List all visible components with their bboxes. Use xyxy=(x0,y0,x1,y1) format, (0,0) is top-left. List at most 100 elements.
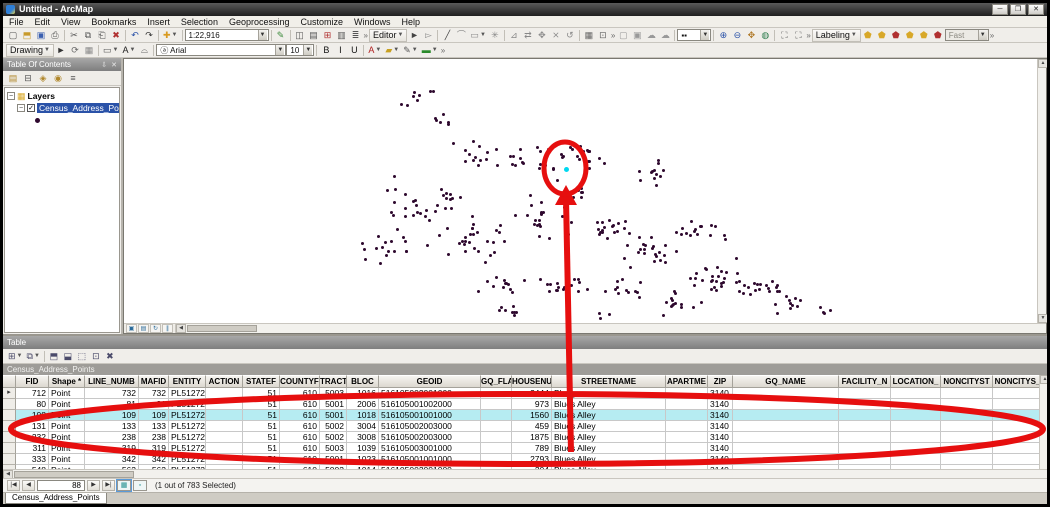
toolbar-overflow-icon[interactable]: » xyxy=(364,31,368,40)
redo-button[interactable]: ↷ xyxy=(142,29,156,42)
column-header-housenum[interactable]: HOUSENUM xyxy=(512,375,552,388)
editor-menu-button[interactable]: Editor▼ xyxy=(369,29,407,42)
clear-selection-button[interactable]: ⬚ xyxy=(75,350,89,363)
edit-annotation-tool-button[interactable]: ▻ xyxy=(421,29,435,42)
fixed-zoom-in-button[interactable]: ⛶ xyxy=(777,29,791,42)
column-header-action[interactable]: ACTION xyxy=(206,375,243,388)
collapse-icon[interactable]: − xyxy=(7,92,15,100)
label-lock-button[interactable]: ⬟ xyxy=(917,29,931,42)
row-selector[interactable]: ▸ xyxy=(3,388,16,399)
split-tool-button[interactable]: ⊿ xyxy=(507,29,521,42)
scroll-left-icon[interactable]: ◀ xyxy=(176,324,186,333)
chevron-down-icon[interactable]: ▼ xyxy=(700,30,709,40)
column-header-shape-[interactable]: Shape * xyxy=(49,375,85,388)
table-row[interactable]: 232Point238238PL512720516105002300851610… xyxy=(3,432,1047,443)
current-record-input[interactable]: 88 xyxy=(37,480,85,491)
table-options-button[interactable]: ⊞▼ xyxy=(6,350,25,363)
show-all-records-button[interactable]: ▦ xyxy=(117,480,131,491)
create-line-button[interactable]: ╱ xyxy=(440,29,454,42)
search-window-button[interactable]: ▥ xyxy=(335,29,349,42)
snapping-combo[interactable]: ▪▪▼ xyxy=(677,29,711,41)
chevron-down-icon[interactable]: ▼ xyxy=(978,30,987,40)
layer-tree-item[interactable]: − ✓ Census_Address_Points xyxy=(5,102,119,114)
map-scale-combo[interactable]: 1:22,916▼ xyxy=(185,29,269,41)
open-document-button[interactable]: ⬒ xyxy=(20,29,34,42)
show-selected-records-button[interactable]: ▫ xyxy=(133,480,147,491)
list-by-visibility-button[interactable]: ◈ xyxy=(36,72,50,85)
scroll-up-icon[interactable]: ▲ xyxy=(1038,59,1047,68)
row-selector[interactable] xyxy=(3,410,16,421)
full-extent-button[interactable]: ◍ xyxy=(758,29,772,42)
row-selector[interactable] xyxy=(3,432,16,443)
column-header-geoid[interactable]: GEOID xyxy=(379,375,481,388)
trim-tool-button[interactable]: ⨯ xyxy=(549,29,563,42)
sketch-properties-button[interactable]: ⊡ xyxy=(596,29,610,42)
flip-tool-button[interactable]: ⇄ xyxy=(521,29,535,42)
copy-button[interactable]: ⧉ xyxy=(81,29,95,42)
marker-pen-button[interactable]: ✎▼ xyxy=(401,44,420,57)
row-selector[interactable] xyxy=(3,465,16,469)
table-row[interactable]: 333Point342342PL512720516105001102351610… xyxy=(3,454,1047,465)
delete-selected-button[interactable]: ✖ xyxy=(103,350,117,363)
italic-button[interactable]: I xyxy=(333,44,347,57)
catalog-window-button[interactable]: ▤ xyxy=(307,29,321,42)
row-selector[interactable] xyxy=(3,443,16,454)
table-vertical-scrollbar[interactable]: ▲ xyxy=(1039,375,1047,469)
underline-button[interactable]: U xyxy=(347,44,361,57)
select-by-attributes-button[interactable]: ⬒ xyxy=(47,350,61,363)
table-tab[interactable]: Census_Address_Points xyxy=(5,493,107,504)
menu-customize[interactable]: Customize xyxy=(301,16,344,28)
edit-tool-button[interactable]: ► xyxy=(407,29,421,42)
table-row[interactable]: 311Point319319PL512720516105003103951610… xyxy=(3,443,1047,454)
column-header-gq-fla[interactable]: GQ_FLA xyxy=(481,375,512,388)
scroll-up-icon[interactable]: ▲ xyxy=(1040,375,1047,384)
font-color-button[interactable]: A▼ xyxy=(366,44,383,57)
rotate-tool-button[interactable]: ↺ xyxy=(563,29,577,42)
column-header-noncityst[interactable]: NONCITYST xyxy=(941,375,993,388)
map-vertical-scrollbar[interactable]: ▲ ▼ xyxy=(1037,59,1046,323)
label-weight-button[interactable]: ⬟ xyxy=(889,29,903,42)
snap-point-button[interactable]: ✳ xyxy=(488,29,502,42)
pan-button[interactable]: ✥ xyxy=(744,29,758,42)
menu-insert[interactable]: Insert xyxy=(147,16,170,28)
shape-tool-button[interactable]: ▭▼ xyxy=(101,44,120,57)
table-row[interactable]: ▸712Point732732PL51272051610500310165161… xyxy=(3,388,1047,399)
toolbar-overflow-icon[interactable]: » xyxy=(806,31,810,40)
column-header-line-numb[interactable]: LINE_NUMB xyxy=(85,375,139,388)
map-canvas[interactable] xyxy=(124,59,1046,323)
list-by-drawing-order-button[interactable]: ▤ xyxy=(6,72,20,85)
layout-view-button[interactable]: ▤ xyxy=(138,324,149,333)
column-header-entity[interactable]: ENTITY xyxy=(169,375,206,388)
table-row[interactable]: 131Point133133PL512720516105002300451610… xyxy=(3,421,1047,432)
zoom-to-selected-button[interactable]: ⊡ xyxy=(89,350,103,363)
column-header-zip[interactable]: ZIP xyxy=(708,375,733,388)
python-window-button[interactable]: ≣ xyxy=(349,29,363,42)
discard-edits-button[interactable]: ▣ xyxy=(630,29,644,42)
font-size-combo[interactable]: 10▼ xyxy=(286,44,314,56)
layer-checkbox[interactable]: ✓ xyxy=(27,104,35,112)
line-color-button[interactable]: ▬▼ xyxy=(420,44,440,57)
scroll-down-icon[interactable]: ▼ xyxy=(1038,314,1047,323)
menu-selection[interactable]: Selection xyxy=(181,16,218,28)
label-manager-button[interactable]: ⬟ xyxy=(861,29,875,42)
refresh-view-button[interactable]: ↻ xyxy=(150,324,161,333)
map-horizontal-scrollbar[interactable]: ◀ xyxy=(175,324,1046,333)
column-header-facility-n[interactable]: FACILITY_N xyxy=(839,375,891,388)
paste-button[interactable]: ⎗ xyxy=(95,29,109,42)
menu-edit[interactable]: Edit xyxy=(35,16,51,28)
pin-icon[interactable]: ⇩ xyxy=(101,61,107,69)
label-pause-button[interactable]: ⬟ xyxy=(931,29,945,42)
save-document-button[interactable]: ▣ xyxy=(34,29,48,42)
row-selector[interactable] xyxy=(3,399,16,410)
first-record-button[interactable]: |◀ xyxy=(7,480,20,491)
menu-windows[interactable]: Windows xyxy=(354,16,391,28)
toolbar-overflow-icon[interactable]: » xyxy=(611,31,615,40)
column-header-tract[interactable]: TRACT xyxy=(320,375,347,388)
scroll-thumb[interactable] xyxy=(14,471,134,478)
editor-pencil-button[interactable]: ✎ xyxy=(274,29,288,42)
zoom-in-button[interactable]: ⊕ xyxy=(716,29,730,42)
column-header-fid[interactable]: FID xyxy=(16,375,49,388)
chevron-down-icon[interactable]: ▼ xyxy=(258,30,267,40)
callout-tool-button[interactable]: ⌓ xyxy=(137,44,151,57)
column-header-streetname[interactable]: STREETNAME xyxy=(552,375,666,388)
